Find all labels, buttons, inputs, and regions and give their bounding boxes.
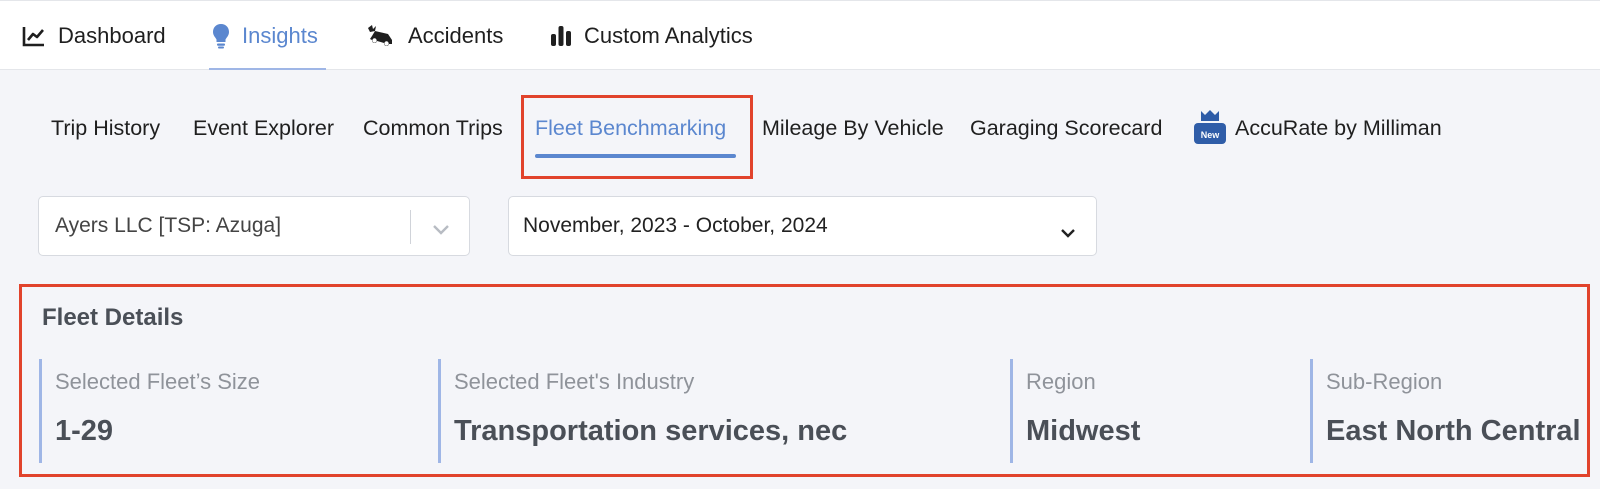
nav-insights-label: Insights: [242, 23, 318, 48]
new-badge-label: New: [1201, 130, 1221, 140]
fleet-size-item: Selected Fleet’s Size 1-29: [39, 359, 260, 463]
fleet-industry-item: Selected Fleet's Industry Transportation…: [438, 359, 847, 463]
tab-mileage-by-vehicle[interactable]: Mileage By Vehicle: [762, 108, 944, 148]
fleet-industry-label: Selected Fleet's Industry: [454, 369, 695, 394]
fleet-subregion-label: Sub-Region: [1326, 369, 1443, 394]
fleet-region-label: Region: [1026, 369, 1096, 394]
highlight-box-tab: [521, 95, 753, 179]
nav-custom-analytics[interactable]: Custom Analytics: [550, 1, 753, 71]
tab-accurate-by-milliman-label: AccuRate by Milliman: [1235, 115, 1442, 140]
fleet-region-value: Midwest: [1026, 415, 1141, 447]
fleet-details-title: Fleet Details: [42, 304, 184, 331]
tab-garaging-scorecard-label: Garaging Scorecard: [970, 115, 1163, 140]
nav-custom-analytics-label: Custom Analytics: [584, 23, 753, 48]
nav-insights[interactable]: Insights: [212, 1, 318, 71]
nav-dashboard-label: Dashboard: [58, 23, 166, 48]
account-select[interactable]: Ayers LLC [TSP: Azuga]: [38, 196, 470, 256]
tab-trip-history[interactable]: Trip History: [51, 108, 160, 148]
chevron-down-icon[interactable]: [431, 219, 451, 243]
date-range-select[interactable]: November, 2023 - October, 2024: [508, 196, 1097, 256]
tab-mileage-by-vehicle-label: Mileage By Vehicle: [762, 115, 944, 140]
nav-accidents-label: Accidents: [408, 23, 504, 48]
select-separator: [410, 210, 411, 244]
nav-active-underline: [209, 68, 326, 70]
account-select-value: Ayers LLC [TSP: Azuga]: [55, 214, 282, 237]
tab-common-trips-label: Common Trips: [363, 115, 503, 140]
fleet-details-card: Fleet Details Selected Fleet’s Size 1-29…: [19, 284, 1590, 477]
fleet-region-item: Region Midwest: [1010, 359, 1140, 463]
tab-event-explorer-label: Event Explorer: [193, 115, 335, 140]
crown-icon: [1201, 110, 1219, 121]
nav-dashboard[interactable]: Dashboard: [22, 1, 166, 71]
top-nav: Dashboard Insights Accidents Custom Anal…: [0, 0, 1600, 70]
tab-trip-history-label: Trip History: [51, 115, 161, 140]
tab-common-trips[interactable]: Common Trips: [363, 108, 503, 148]
bar-chart-icon: [550, 25, 572, 47]
fleet-size-value: 1-29: [55, 415, 114, 447]
date-range-value: November, 2023 - October, 2024: [523, 214, 828, 237]
new-badge: New: [1193, 110, 1227, 146]
tab-garaging-scorecard[interactable]: Garaging Scorecard: [970, 108, 1162, 148]
tab-accurate-by-milliman[interactable]: New AccuRate by Milliman: [1193, 108, 1442, 148]
tab-event-explorer[interactable]: Event Explorer: [193, 108, 334, 148]
nav-accidents[interactable]: Accidents: [366, 1, 503, 71]
lightbulb-icon: [212, 23, 230, 49]
chevron-down-icon: [1060, 221, 1076, 245]
fleet-size-label: Selected Fleet’s Size: [55, 369, 261, 394]
fleet-subregion-item: Sub-Region East North Central: [1310, 359, 1581, 463]
fleet-industry-value: Transportation services, nec: [454, 415, 848, 447]
fleet-subregion-value: East North Central: [1326, 415, 1581, 447]
line-chart-icon: [22, 25, 46, 47]
car-crash-icon: [366, 24, 396, 48]
